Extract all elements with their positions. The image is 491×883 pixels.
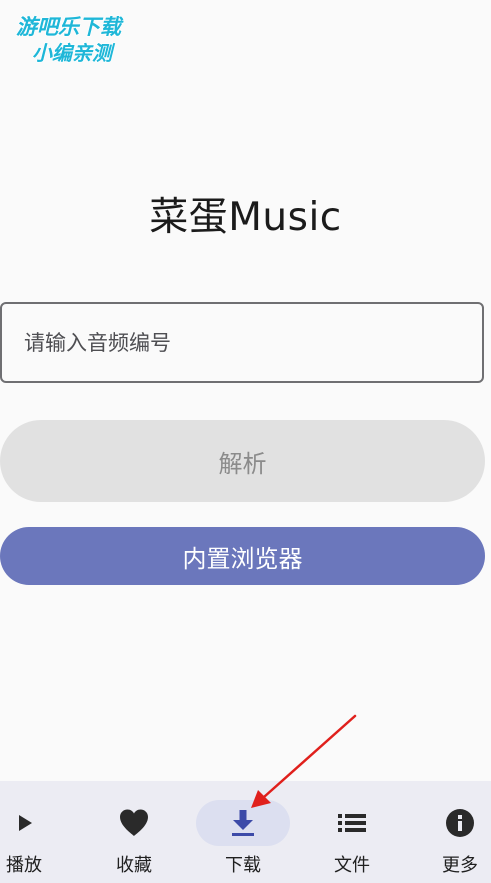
page-title: 菜蛋Music (149, 195, 342, 240)
watermark-line1: 游吧乐下载 (16, 15, 124, 39)
parse-button[interactable]: 解析 (0, 420, 485, 502)
download-icon (232, 810, 254, 836)
nav-item-more[interactable]: 更多 (410, 781, 491, 883)
nav-icon-container (305, 800, 399, 846)
nav-icon-container-active (196, 800, 290, 846)
watermark-graphic: 游吧乐下载 小编亲测 (15, 14, 124, 65)
play-icon (19, 815, 32, 831)
nav-item-files[interactable]: 文件 (302, 781, 402, 883)
nav-icon-container (413, 800, 491, 846)
heart-icon (120, 809, 148, 836)
nav-icon-container (0, 800, 71, 846)
bottom-navigation: 播放 收藏 下载 文件 更多 (0, 781, 491, 883)
nav-label-files: 文件 (334, 855, 370, 876)
watermark-line2: 小编亲测 (32, 41, 116, 65)
list-icon (338, 814, 366, 832)
audio-number-input[interactable] (0, 302, 484, 383)
nav-label-play: 播放 (6, 855, 42, 876)
nav-item-play[interactable]: 播放 (0, 781, 74, 883)
nav-item-favorites[interactable]: 收藏 (84, 781, 184, 883)
nav-item-download[interactable]: 下载 (193, 781, 293, 883)
nav-label-favorites: 收藏 (116, 855, 152, 876)
info-icon (446, 809, 474, 837)
watermark-logo: 游吧乐下载 小编亲测 (12, 10, 148, 68)
builtin-browser-button[interactable]: 内置浏览器 (0, 527, 485, 585)
nav-icon-container (87, 800, 181, 846)
nav-label-download: 下载 (225, 855, 261, 876)
nav-label-more: 更多 (442, 855, 478, 876)
